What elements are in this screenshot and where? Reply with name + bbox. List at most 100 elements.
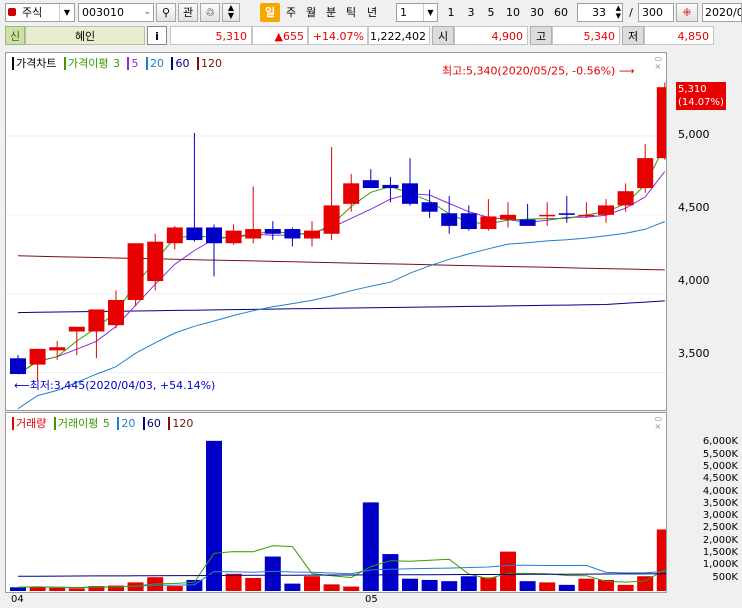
ma120-line: [17, 255, 665, 271]
volume-chart-panel[interactable]: 거래량 거래이평 5 20 60 120 ▭ ×: [5, 412, 667, 593]
volume-bar: [284, 583, 301, 591]
low-annotation: ⟵최저:3,445(2020/04/03, +54.14%): [14, 379, 215, 392]
candle-body: [225, 230, 242, 244]
chart-setting-button[interactable]: ⁜: [676, 3, 698, 22]
volume-chart: [10, 440, 666, 591]
volume-ma5-line: [17, 545, 666, 589]
candle-body: [421, 202, 438, 212]
volume-bar: [480, 577, 497, 591]
volume-bar: [539, 582, 556, 591]
price-tick: 5,000: [678, 128, 710, 141]
volume-tick: 2,000K: [702, 534, 738, 546]
candle-body: [362, 180, 379, 189]
info-button[interactable]: i: [147, 26, 167, 45]
candle-body: [304, 230, 320, 239]
candle-body: [147, 241, 164, 282]
tab-minute[interactable]: 분: [322, 3, 340, 22]
volume-bar: [637, 576, 654, 591]
volume-tick: 1,000K: [702, 559, 738, 571]
volume-bar: [206, 440, 222, 591]
volume-tick: 1,500K: [702, 547, 738, 559]
volume-bar: [343, 586, 360, 591]
candle-body: [656, 87, 666, 159]
volume-bar: [558, 584, 575, 591]
candle-body: [519, 219, 536, 226]
interval-5[interactable]: 5: [482, 3, 500, 22]
stepper-button[interactable]: ▲ ▼: [222, 3, 240, 22]
candle-body: [402, 183, 418, 204]
candle-body: [127, 243, 144, 300]
current-price-tag: 5,310 (14.07%): [676, 82, 726, 110]
trade-volume: 1,222,402: [368, 26, 430, 45]
volume-tick: 4,500K: [702, 473, 738, 485]
interval-1[interactable]: 1: [442, 3, 460, 22]
volume-bar: [49, 587, 66, 591]
interval-select[interactable]: 1 ▼: [396, 3, 438, 22]
bar-count-input[interactable]: 33 ▲ ▼: [577, 3, 623, 22]
candle-body: [108, 299, 124, 326]
candle-body: [29, 348, 46, 365]
volume-axis: 500K 1,000K 1,500K 2,000K 2,500K 3,000K 3,500K…: [668, 412, 740, 593]
interval-10[interactable]: 10: [502, 3, 524, 22]
stepper-down-icon: ▼: [227, 11, 235, 20]
stock-code-input[interactable]: 003010 ⌄: [78, 3, 154, 22]
volume-bar: [362, 502, 379, 591]
search-button[interactable]: ⚲: [156, 3, 176, 22]
volume-bar: [264, 556, 281, 591]
ma5-line: [17, 171, 666, 375]
bar-total-value: 300: [642, 6, 663, 19]
interval-30[interactable]: 30: [526, 3, 548, 22]
interval-60[interactable]: 60: [550, 3, 572, 22]
tab-week[interactable]: 주: [282, 3, 300, 22]
low-price: 4,850: [644, 26, 714, 45]
volume-bar: [225, 573, 242, 591]
high-annotation: 최고:5,340(2020/05/25, -0.56%) ⟶: [442, 64, 635, 77]
candle-body: [558, 213, 575, 215]
candle-body: [617, 191, 634, 206]
bar-total-input[interactable]: 300: [638, 3, 674, 22]
tab-tick[interactable]: 틱: [342, 3, 360, 22]
candle-body: [500, 214, 516, 220]
app-icon: [8, 8, 16, 16]
volume-tick: 6,000K: [702, 436, 738, 448]
date-input[interactable]: 2020/05/25: [702, 3, 742, 22]
spin-icon[interactable]: ▲ ▼: [616, 4, 621, 20]
tab-year[interactable]: 년: [362, 3, 382, 22]
candle-body: [10, 358, 26, 375]
volume-bar: [617, 584, 634, 591]
volume-bar: [656, 529, 666, 591]
market-select[interactable]: 주식 ▼: [5, 3, 75, 22]
candle-body: [186, 227, 203, 241]
candle-body: [382, 184, 399, 189]
interval-3[interactable]: 3: [462, 3, 480, 22]
stock-code-value: 003010: [82, 6, 124, 19]
open-price: 4,900: [454, 26, 528, 45]
candle-body: [49, 347, 66, 351]
volume-bar: [323, 584, 340, 591]
ma3-line: [17, 145, 666, 375]
volume-bar: [460, 576, 477, 591]
candle-body: [68, 326, 85, 332]
low-label: 저: [622, 26, 644, 45]
tab-month[interactable]: 월: [302, 3, 320, 22]
price-change: ▲655: [252, 26, 308, 45]
current-price-tag-value: 5,310: [678, 84, 707, 95]
candle-body: [637, 158, 654, 189]
chevron-down-icon[interactable]: ⌄: [143, 4, 151, 21]
price-tick: 4,000: [678, 274, 710, 287]
candle-body: [245, 229, 262, 239]
candle-body: [460, 213, 477, 230]
candle-body: [343, 183, 360, 204]
bar-separator: /: [629, 6, 633, 19]
candle-body: [264, 229, 281, 234]
change-rate: +14.07%: [308, 26, 368, 45]
favorite-button[interactable]: 관: [178, 3, 198, 22]
volume-bar: [304, 576, 320, 591]
volume-bar: [245, 577, 262, 591]
volume-tick: 5,500K: [702, 448, 738, 460]
tab-day[interactable]: 일: [260, 3, 280, 22]
price-chart-panel[interactable]: 가격차트 가격이평 3 5 20 60 120 ▭ × 최고:5,340(2020…: [5, 52, 667, 411]
candle-body: [480, 216, 497, 230]
sync-button[interactable]: ♲: [200, 3, 220, 22]
x-axis-label: 04: [11, 594, 24, 605]
